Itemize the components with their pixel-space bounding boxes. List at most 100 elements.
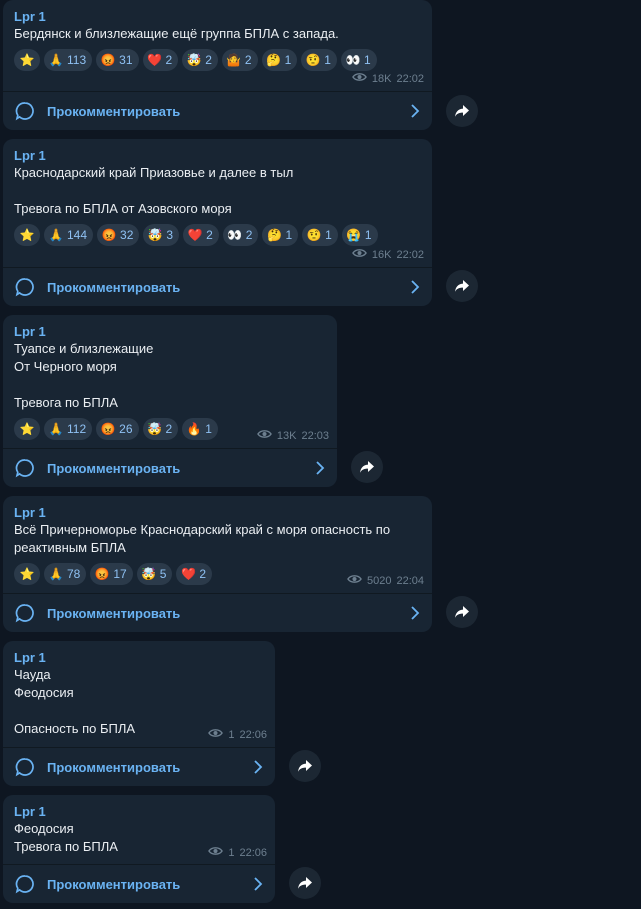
comment-button[interactable]: Прокомментировать xyxy=(3,864,275,903)
reaction-count: 31 xyxy=(119,53,133,67)
view-count: 16K xyxy=(371,248,392,261)
reaction-emoji-icon: 🙏 xyxy=(48,422,64,436)
reaction-chip[interactable]: ⭐ xyxy=(14,563,40,585)
reaction-chip[interactable]: 🤔 1 xyxy=(262,224,299,246)
reaction-chip[interactable]: 🤨 1 xyxy=(301,49,337,71)
reaction-emoji-icon: 🤯 xyxy=(147,228,163,242)
reaction-emoji-icon: 😭 xyxy=(346,228,362,242)
message-time: 22:06 xyxy=(239,846,267,859)
reaction-emoji-icon: 🤨 xyxy=(305,53,321,67)
reaction-emoji-icon: 😡 xyxy=(100,422,116,436)
reaction-chip[interactable]: 😡 26 xyxy=(96,418,139,440)
message-author[interactable]: Lpr 1 xyxy=(14,650,264,666)
reaction-chip[interactable]: ❤️ 2 xyxy=(183,224,219,246)
reaction-chip[interactable]: 🤯 2 xyxy=(182,49,218,71)
reaction-count: 2 xyxy=(165,422,173,436)
reaction-count: 2 xyxy=(199,567,207,581)
reaction-chip[interactable]: ❤️ 2 xyxy=(176,563,213,585)
reaction-count: 113 xyxy=(67,53,87,67)
comment-button[interactable]: Прокомментировать xyxy=(3,747,275,786)
reaction-chip[interactable]: 😡 31 xyxy=(96,49,139,71)
message-author[interactable]: Lpr 1 xyxy=(14,324,326,340)
comment-bubble-icon xyxy=(15,757,35,777)
reaction-chip[interactable]: 🙏 78 xyxy=(44,563,87,585)
share-button[interactable] xyxy=(289,867,321,899)
comment-button[interactable]: Прокомментировать xyxy=(3,91,432,130)
reaction-count: 17 xyxy=(113,567,127,581)
reaction-chip[interactable]: 😡 17 xyxy=(90,563,133,585)
message-text: Бердянск и близлежащие ещё группа БПЛА с… xyxy=(14,26,339,41)
channel-message: Lpr 1 Чауда Феодосия Опасность по БПЛА 1 22… xyxy=(3,641,321,786)
eye-icon xyxy=(256,429,272,442)
reactions-bar: ⭐ 🙏 113 😡 31 ❤️ 2 🤯 2 🤷 2 🤔 1 🤨 1 👀 1 xyxy=(14,49,421,71)
reaction-chip[interactable]: 👀 2 xyxy=(222,224,259,246)
share-button[interactable] xyxy=(351,451,383,483)
comment-bubble-icon xyxy=(15,603,35,623)
chevron-right-icon xyxy=(253,760,263,774)
reaction-count: 32 xyxy=(120,228,134,242)
share-button[interactable] xyxy=(289,750,321,782)
message-bubble: Lpr 1 Туапсе и близлежащие От Черного мор… xyxy=(3,315,337,487)
reaction-count: 2 xyxy=(206,228,213,242)
reaction-emoji-icon: 🤨 xyxy=(306,228,322,242)
reaction-emoji-icon: 😡 xyxy=(101,228,117,242)
reaction-emoji-icon: 😡 xyxy=(100,53,116,67)
message-author[interactable]: Lpr 1 xyxy=(14,804,264,820)
reaction-chip[interactable]: ⭐ xyxy=(14,49,40,71)
reaction-chip[interactable]: 🤯 2 xyxy=(142,418,179,440)
reaction-chip[interactable]: 👀 1 xyxy=(340,49,377,71)
reaction-chip[interactable]: 🙏 112 xyxy=(44,418,93,440)
channel-message: Lpr 1 Бердянск и близлежащие ещё группа Б… xyxy=(3,0,478,130)
share-button[interactable] xyxy=(446,270,478,302)
reaction-count: 2 xyxy=(244,53,252,67)
reaction-chip[interactable]: 🤨 1 xyxy=(302,224,338,246)
reaction-chip[interactable]: ❤️ 2 xyxy=(142,49,179,71)
reaction-chip[interactable]: ⭐ xyxy=(14,224,40,246)
message-text: Краснодарский край Приазовье и далее в т… xyxy=(14,165,294,216)
reaction-chip[interactable]: ⭐ xyxy=(14,418,40,440)
reaction-emoji-icon: ⭐ xyxy=(19,422,35,436)
share-button[interactable] xyxy=(446,95,478,127)
reaction-chip[interactable]: 🙏 144 xyxy=(44,224,94,246)
share-arrow-icon xyxy=(359,460,375,474)
reaction-count: 5 xyxy=(159,567,167,581)
reaction-emoji-icon: ⭐ xyxy=(19,53,35,67)
comment-bubble-icon xyxy=(15,458,35,478)
reaction-count: 78 xyxy=(67,567,81,581)
reaction-chip[interactable]: 🤔 1 xyxy=(261,49,298,71)
share-arrow-icon xyxy=(454,279,470,293)
comment-bubble-icon xyxy=(15,874,35,894)
reaction-count: 3 xyxy=(166,228,174,242)
channel-message: Lpr 1 Всё Причерноморье Краснодарский кра… xyxy=(3,496,478,632)
comment-bubble-icon xyxy=(15,277,35,297)
comment-button[interactable]: Прокомментировать xyxy=(3,267,432,306)
message-author[interactable]: Lpr 1 xyxy=(14,505,421,521)
reaction-chip[interactable]: 🔥 1 xyxy=(182,418,218,440)
reaction-chip[interactable]: 😭 1 xyxy=(341,224,378,246)
chevron-right-icon xyxy=(410,104,420,118)
message-time: 22:02 xyxy=(396,248,424,261)
message-author[interactable]: Lpr 1 xyxy=(14,9,421,25)
share-button[interactable] xyxy=(446,596,478,628)
reaction-chip[interactable]: 🤷 2 xyxy=(221,49,258,71)
reaction-chip[interactable]: 🤯 3 xyxy=(143,224,180,246)
reaction-emoji-icon: 🤔 xyxy=(266,53,282,67)
message-meta: 5020 22:04 xyxy=(347,574,424,587)
channel-message: Lpr 1 Краснодарский край Приазовье и дале… xyxy=(3,139,478,306)
reaction-emoji-icon: 😡 xyxy=(94,567,110,581)
reaction-chip[interactable]: 😡 32 xyxy=(97,224,140,246)
reaction-chip[interactable]: 🙏 113 xyxy=(44,49,93,71)
message-time: 22:06 xyxy=(239,728,267,741)
comment-button[interactable]: Прокомментировать xyxy=(3,593,432,632)
share-arrow-icon xyxy=(454,104,470,118)
reaction-emoji-icon: 🤯 xyxy=(186,53,202,67)
message-meta: 16K 22:02 xyxy=(351,248,424,261)
message-author[interactable]: Lpr 1 xyxy=(14,148,421,164)
view-count: 1 xyxy=(228,728,235,741)
reaction-emoji-icon: 🔥 xyxy=(186,422,202,436)
channel-message: Lpr 1 Феодосия Тревога по БПЛА 1 22:06 Проко… xyxy=(3,795,321,903)
reaction-chip[interactable]: 🤯 5 xyxy=(136,563,173,585)
comment-label: Прокомментировать xyxy=(47,605,181,621)
reaction-count: 1 xyxy=(324,53,331,67)
comment-button[interactable]: Прокомментировать xyxy=(3,448,337,487)
